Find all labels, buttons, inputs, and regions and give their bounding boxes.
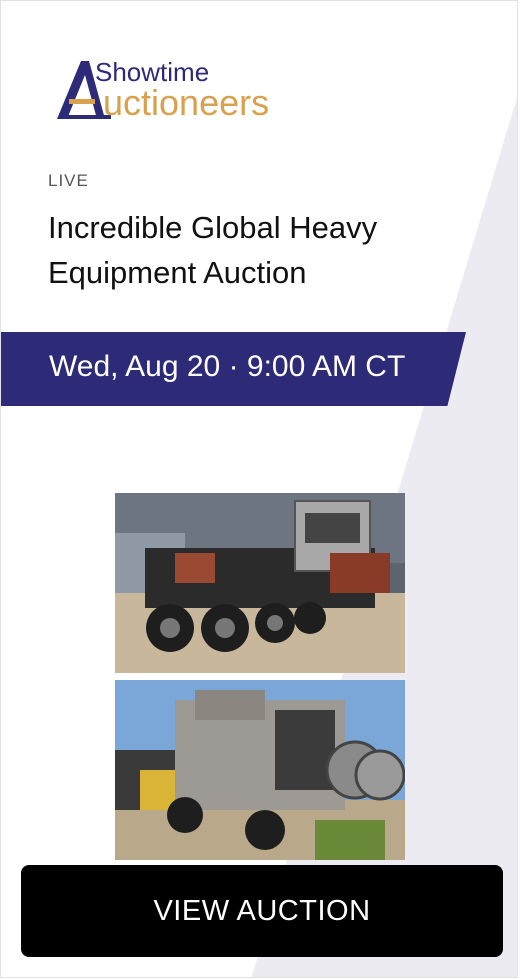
auction-date-text: Wed, Aug 20 · 9:00 AM CT	[49, 350, 406, 383]
view-auction-button[interactable]: VIEW AUCTION	[21, 865, 503, 957]
company-logo: Showtime uctioneers	[55, 55, 335, 125]
logo-graphic: Showtime uctioneers	[57, 57, 269, 123]
logo-bottom-text: uctioneers	[103, 82, 269, 123]
auction-card: Showtime uctioneers LIVE Incredible Glob…	[0, 0, 518, 978]
auction-photo-1	[115, 493, 405, 673]
auction-photo-2	[115, 680, 405, 860]
heavy-equipment-trailer-photo	[115, 493, 405, 673]
auction-date-banner: Wed, Aug 20 · 9:00 AM CT	[1, 332, 466, 406]
auction-status-label: LIVE	[48, 171, 89, 190]
auction-title: Incredible Global Heavy Equipment Auctio…	[48, 210, 378, 290]
frac-equipment-trailer-photo	[115, 680, 405, 860]
